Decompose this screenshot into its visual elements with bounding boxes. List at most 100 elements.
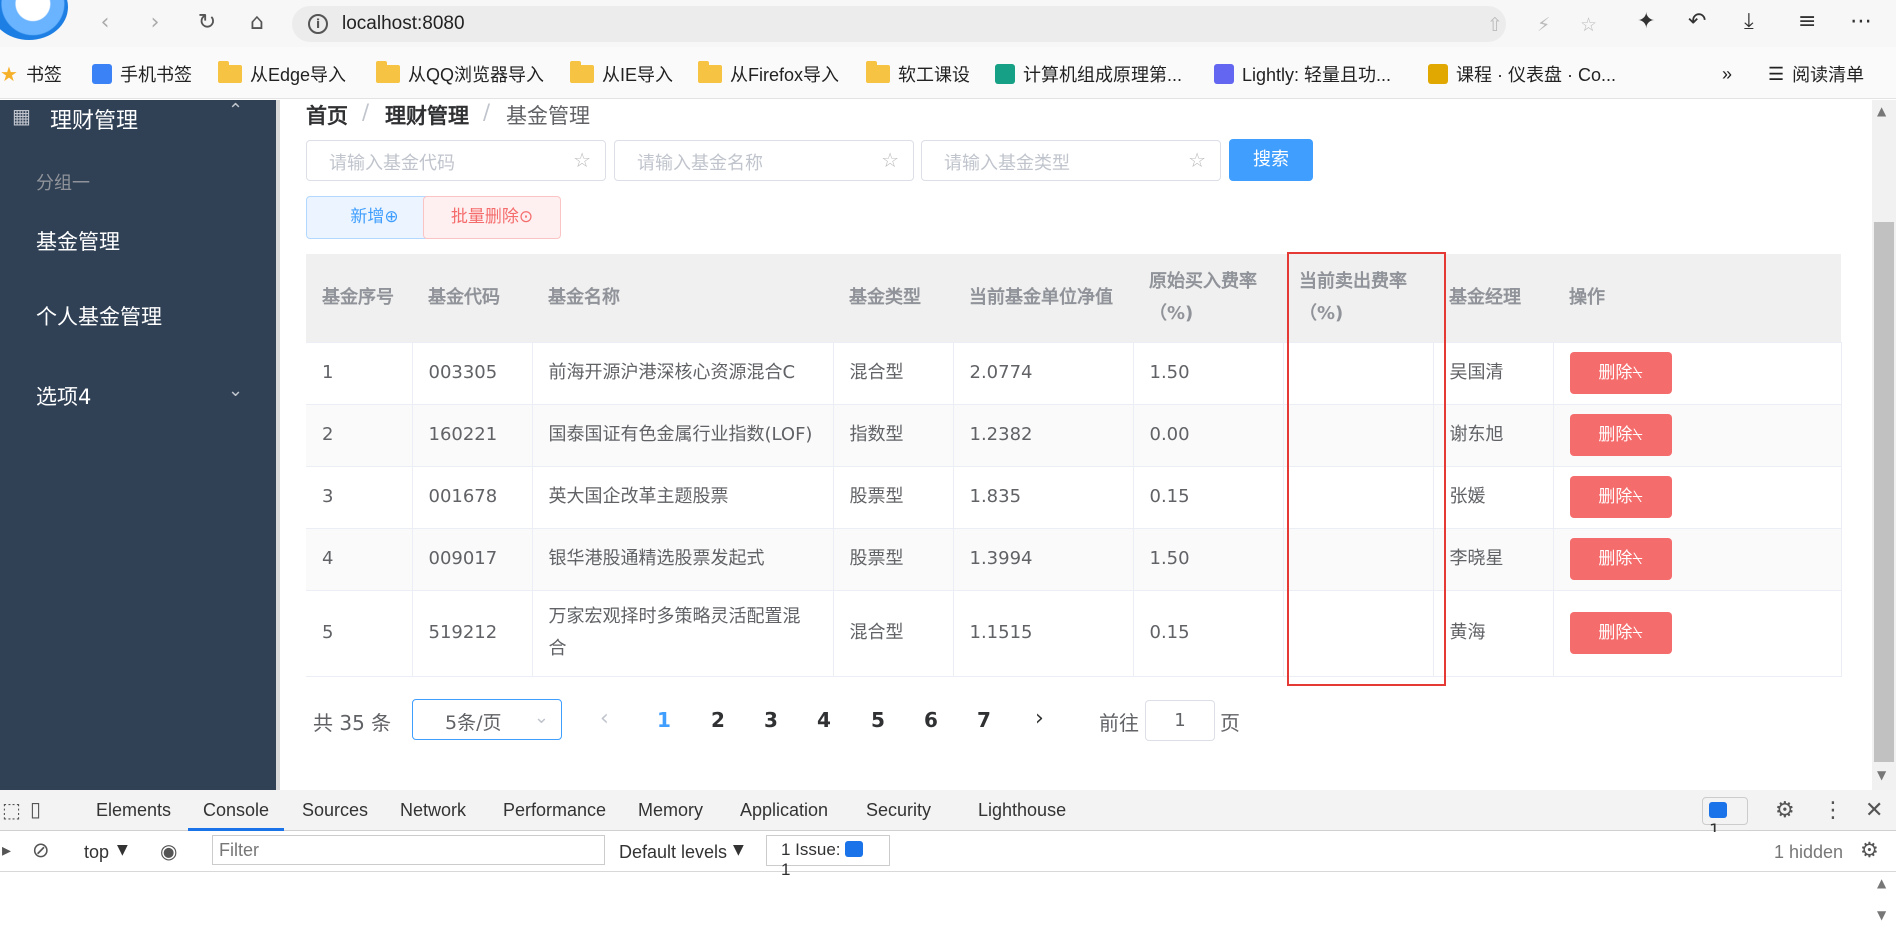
goto-page-input[interactable]: 1 [1145,700,1215,741]
site-info-icon[interactable]: i [308,14,328,34]
reading-list-icon: ☰ [1768,63,1785,84]
bookmark-item[interactable]: 软工课设 [866,61,970,87]
code-icon [1428,64,1448,84]
bookmark-item[interactable]: 从Firefox导入 [698,61,839,87]
collections-icon[interactable]: ≡ [1798,9,1816,34]
cell-id: 3 [306,466,413,529]
tab-application[interactable]: Application [740,800,828,821]
settings-gear-icon[interactable]: ⚙ [1775,798,1795,823]
delete-button[interactable]: 删除⍀ [1569,612,1672,654]
inspect-icon[interactable]: ⬚ [2,798,21,822]
cell-manager: 张媛 [1433,466,1554,529]
chevron-up-icon[interactable]: ⌃ [228,100,243,121]
device-toggle-icon[interactable]: ▯ [30,797,41,821]
fund-code-input[interactable]: 请输入基金代码 ☆ [306,140,606,181]
console-settings-icon[interactable]: ⚙ [1860,838,1879,862]
sidebar-menu-title[interactable]: 理财管理 [50,103,138,135]
close-icon[interactable]: ✕ [1865,798,1883,823]
fund-name-input[interactable]: 请输入基金名称 ☆ [614,140,914,181]
tab-lighthouse[interactable]: Lighthouse [978,800,1066,821]
refresh-icon[interactable]: ↻ [192,8,222,38]
placeholder: 请输入基金名称 [637,153,763,174]
tab-console[interactable]: Console [203,800,269,821]
scroll-down-icon[interactable]: ▼ [1877,768,1886,782]
bookmarks-overflow[interactable]: » [1722,61,1732,87]
tab-memory[interactable]: Memory [638,800,703,821]
page-number[interactable]: 5 [871,708,885,732]
breadcrumb-finance[interactable]: 理财管理 [385,100,469,130]
download-icon[interactable]: ⤓ [1744,9,1754,34]
prev-page-icon[interactable]: ‹ [600,706,609,731]
scroll-up-icon[interactable]: ▲ [1877,876,1886,890]
bookmark-item[interactable]: 手机书签 [92,61,192,87]
tab-performance[interactable]: Performance [503,800,606,821]
log-levels-select[interactable]: Default levels [619,842,727,863]
back-icon[interactable]: ‹ [90,8,120,38]
home-icon[interactable]: ⌂ [242,8,272,38]
cell-name: 万家宏观择时多策略灵活配置混合 [532,590,834,677]
breadcrumb-home[interactable]: 首页 [306,100,348,130]
lightning-icon[interactable]: ⚡ [1537,14,1550,36]
scroll-up-icon[interactable]: ▲ [1877,104,1886,118]
bookmark-label: 书签 [25,65,62,85]
page-number[interactable]: 7 [977,708,991,732]
cell-type: 混合型 [833,342,954,405]
bookmarks-bar: ★ 书签 手机书签 从Edge导入 从QQ浏览器导入 从IE导入 从Firefo… [0,47,1896,99]
issues-button[interactable]: 1 Issue: 1 [766,835,890,879]
sidebar-item-option4[interactable]: 选项4 [36,381,91,411]
page-size-select[interactable]: 5条/页 ⌄ [412,699,562,740]
bookmark-item[interactable]: 课程 · 仪表盘 · Co... [1428,61,1616,87]
batch-delete-button[interactable]: 批量删除⊙ [423,196,561,239]
header-code: 基金代码 [412,254,532,343]
page-number[interactable]: 2 [711,708,725,732]
eye-icon[interactable]: ◉ [160,839,177,863]
page-number[interactable]: 3 [764,708,778,732]
page-number[interactable]: 1 [657,708,671,732]
cell-nav: 1.3994 [953,528,1134,591]
breadcrumb-separator: / [483,100,491,124]
sidebar-toggle-icon[interactable]: ▸ [2,840,11,861]
undo-icon[interactable]: ↶ [1688,9,1706,34]
bookmark-item[interactable]: ★ 书签 [0,61,62,87]
page-number[interactable]: 6 [924,708,938,732]
delete-button[interactable]: 删除⍀ [1569,352,1672,394]
more-menu-icon[interactable]: ⋯ [1850,9,1872,34]
sidebar-item-personal-fund[interactable]: 个人基金管理 [36,301,162,331]
star-icon: ☆ [881,148,899,172]
clear-console-icon[interactable]: ⊘ [32,838,50,862]
next-page-icon[interactable]: › [1035,706,1044,731]
scroll-down-icon[interactable]: ▼ [1877,908,1886,922]
extensions-icon[interactable]: ✦ [1637,9,1655,34]
delete-button[interactable]: 删除⍀ [1569,414,1672,456]
trash-icon: ⍀ [1632,623,1643,643]
tab-network[interactable]: Network [400,800,466,821]
page-number[interactable]: 4 [817,708,831,732]
delete-button[interactable]: 删除⍀ [1569,538,1672,580]
bookmark-item[interactable]: 计算机组成原理第... [995,61,1182,87]
message-count-badge[interactable]: 1 [1702,797,1748,841]
chevron-down-icon[interactable]: ⌄ [228,380,243,401]
tab-elements[interactable]: Elements [96,800,171,821]
favorite-star-icon[interactable]: ☆ [1580,14,1597,36]
forward-icon[interactable]: › [140,8,170,38]
bookmark-item[interactable]: 从Edge导入 [218,61,346,87]
bookmark-item[interactable]: 从QQ浏览器导入 [376,61,544,87]
search-button[interactable]: 搜索 [1229,139,1313,181]
reading-list[interactable]: ☰ 阅读清单 [1768,61,1864,87]
issues-label: 1 Issue: [781,840,841,859]
share-icon[interactable]: ⇧ [1487,14,1503,36]
bookmark-item[interactable]: 从IE导入 [570,61,673,87]
address-bar[interactable]: i localhost:8080 ⇧ ⚡ ☆ [292,6,1597,42]
delete-button[interactable]: 删除⍀ [1569,476,1672,518]
context-select[interactable]: top [84,842,109,863]
cell-nav: 1.2382 [953,404,1134,467]
sidebar-item-fund-management[interactable]: 基金管理 [36,226,120,256]
tab-security[interactable]: Security [866,800,931,821]
breadcrumb-current: 基金管理 [506,104,590,128]
more-options-icon[interactable]: ⋮ [1822,798,1844,823]
tab-sources[interactable]: Sources [302,800,368,821]
console-filter-input[interactable]: Filter [212,835,605,865]
fund-type-input[interactable]: 请输入基金类型 ☆ [921,140,1221,181]
bookmark-item[interactable]: Lightly: 轻量且功... [1214,61,1391,87]
scrollbar-thumb[interactable] [1874,222,1894,762]
